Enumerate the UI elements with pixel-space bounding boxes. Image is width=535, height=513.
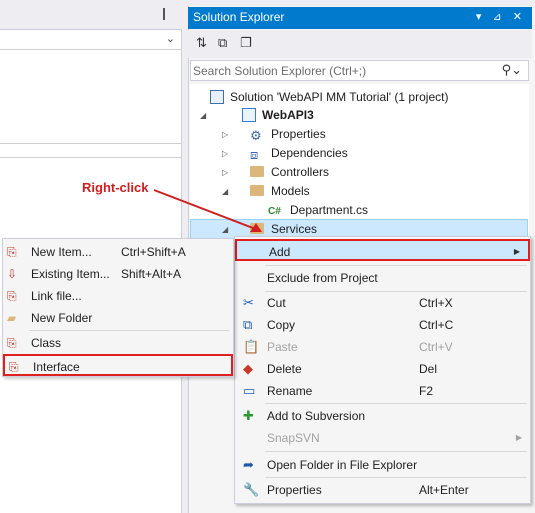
plus-icon: ✚ (243, 408, 254, 423)
sync-icon[interactable]: ⇅ (196, 36, 210, 50)
menu-item-add-to-subversion[interactable]: ✚ Add to Subversion (235, 405, 530, 427)
editor-divider (0, 157, 182, 158)
search-icon[interactable]: ⚲⌄ (502, 62, 522, 78)
menu-item-shortcut: Shift+Alt+A (121, 267, 182, 281)
menu-item-snapsvn: SnapSVN ▶ (235, 427, 530, 449)
expanded-triangle-icon[interactable]: ◢ (200, 106, 206, 125)
menu-separator (265, 477, 527, 478)
web-project-icon (242, 108, 256, 122)
menu-item-exclude-from-project[interactable]: Exclude from Project (235, 267, 530, 289)
add-submenu: ⎘ New Item... Ctrl+Shift+A ⇩ Existing It… (2, 238, 234, 377)
menu-item-label: New Folder (31, 311, 93, 325)
menu-item-delete[interactable]: ◆ Delete Del (235, 358, 530, 380)
show-all-files-icon[interactable]: ❐ (240, 36, 254, 50)
search-input[interactable]: Search Solution Explorer (Ctrl+;) ⚲⌄ (190, 60, 529, 81)
paste-icon: 📋 (243, 339, 260, 354)
context-menu: Add ▶ Exclude from Project ✂ Cut Ctrl+X … (234, 236, 531, 504)
menu-item-label: Exclude from Project (267, 271, 378, 285)
class-icon: ⎘ (7, 336, 17, 350)
collapse-all-icon[interactable]: ⧉ (218, 36, 232, 50)
open-folder-icon: ➦ (243, 457, 254, 472)
new-folder-icon: ▰ (7, 311, 17, 325)
link-file-icon: ⎘ (7, 289, 17, 303)
menu-item-label: Link file... (31, 289, 82, 303)
submenu-item-link-file[interactable]: ⎘ Link file... (3, 285, 233, 307)
tree-item-label: Controllers (271, 165, 330, 179)
menu-item-label: Add to Subversion (267, 409, 366, 423)
submenu-item-interface[interactable]: ⎘ Interface (3, 354, 233, 376)
menu-item-cut[interactable]: ✂ Cut Ctrl+X (235, 292, 530, 314)
tree-item-label: Department.cs (290, 203, 369, 217)
menu-separator (265, 403, 527, 404)
menu-item-label: Rename (267, 384, 313, 398)
tab-separator (163, 8, 165, 20)
menu-item-label: Add (269, 245, 291, 259)
menu-separator (265, 265, 527, 266)
properties-icon: 🔧 (243, 482, 260, 497)
submenu-item-new-item[interactable]: ⎘ New Item... Ctrl+Shift+A (3, 241, 233, 263)
solution-explorer-title-bar: Solution Explorer ▾ ⊿ ✕ (188, 7, 532, 29)
menu-item-paste: 📋 Paste Ctrl+V (235, 336, 530, 358)
dependencies-icon: ⧈ (250, 147, 259, 162)
submenu-item-existing-item[interactable]: ⇩ Existing Item... Shift+Alt+A (3, 263, 233, 285)
annotation-arrow (153, 189, 262, 232)
menu-item-copy[interactable]: ⧉ Copy Ctrl+C (235, 314, 530, 336)
menu-item-label: Existing Item... (31, 267, 110, 281)
collapsed-triangle-icon[interactable]: ▷ (222, 144, 228, 163)
tree-item-label: Properties (271, 127, 326, 141)
menu-separator (265, 451, 527, 452)
menu-item-label: Cut (267, 296, 286, 310)
editor-divider (0, 143, 182, 144)
menu-item-shortcut: Ctrl+X (419, 296, 453, 310)
wrench-icon: ⚙ (250, 128, 262, 143)
menu-item-add[interactable]: Add ▶ (235, 239, 530, 261)
new-item-icon: ⎘ (7, 245, 17, 259)
menu-item-rename[interactable]: ▭ Rename F2 (235, 380, 530, 402)
menu-item-label: SnapSVN (267, 431, 320, 445)
copy-icon: ⧉ (243, 317, 253, 332)
submenu-arrow-icon: ▶ (513, 247, 520, 256)
menu-item-shortcut: F2 (419, 384, 434, 398)
navigation-dropdown[interactable]: ⌄ (0, 29, 182, 50)
tree-item-label: WebAPI3 (262, 108, 314, 122)
panel-title: Solution Explorer (193, 10, 285, 24)
menu-item-label: Properties (267, 483, 322, 497)
menu-item-label: New Item... (31, 245, 92, 259)
menu-item-open-folder[interactable]: ➦ Open Folder in File Explorer (235, 454, 530, 476)
menu-item-label: Paste (267, 340, 298, 354)
menu-item-label: Open Folder in File Explorer (267, 458, 418, 472)
menu-item-label: Class (31, 336, 62, 350)
title-bar-buttons[interactable]: ▾ ⊿ ✕ (476, 10, 526, 23)
folder-icon (250, 166, 264, 177)
menu-separator (29, 330, 229, 331)
solution-icon (210, 90, 224, 104)
submenu-item-new-folder[interactable]: ▰ New Folder (3, 307, 233, 329)
submenu-arrow-icon: ▶ (515, 433, 522, 442)
chevron-down-icon[interactable]: ⌄ (166, 32, 175, 45)
solution-explorer-toolbar: ⇅ ⧉ ❐ (188, 30, 532, 58)
menu-item-shortcut: Ctrl+V (419, 340, 453, 354)
right-click-annotation: Right-click (82, 180, 149, 195)
interface-icon: ⎘ (9, 360, 19, 374)
menu-item-properties[interactable]: 🔧 Properties Alt+Enter (235, 479, 530, 501)
menu-item-shortcut: Ctrl+C (419, 318, 454, 332)
menu-item-label: Copy (267, 318, 296, 332)
rename-icon: ▭ (243, 383, 256, 398)
tree-item-label: Models (271, 184, 310, 198)
menu-item-shortcut: Del (419, 362, 438, 376)
tree-item-label: Dependencies (271, 146, 348, 160)
existing-item-icon: ⇩ (7, 267, 18, 281)
collapsed-triangle-icon[interactable]: ▷ (222, 125, 228, 144)
editor-tab-bar (0, 0, 182, 28)
submenu-item-class[interactable]: ⎘ Class (3, 332, 233, 354)
search-placeholder: Search Solution Explorer (Ctrl+;) (193, 64, 367, 78)
menu-item-label: Delete (267, 362, 302, 376)
menu-item-shortcut: Alt+Enter (419, 483, 469, 497)
tree-item-label: Solution 'WebAPI MM Tutorial' (1 project… (230, 90, 449, 104)
delete-icon: ◆ (243, 361, 253, 376)
scissors-icon: ✂ (243, 295, 254, 310)
menu-item-shortcut: Ctrl+Shift+A (121, 245, 186, 259)
menu-item-label: Interface (33, 360, 80, 374)
csharp-file-icon: C# (268, 206, 281, 217)
